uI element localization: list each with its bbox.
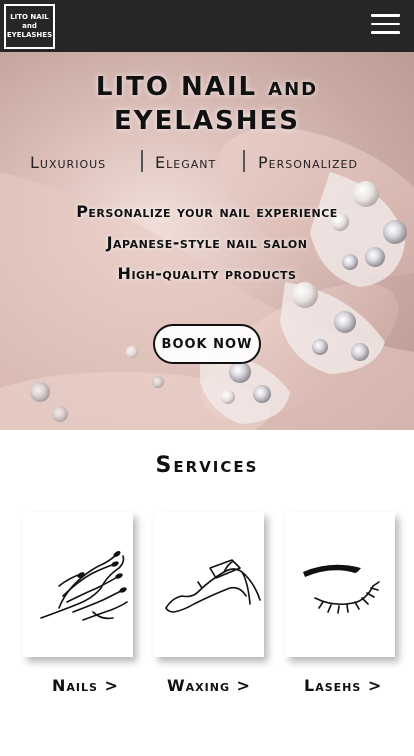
feature-text-japanese-style: Japanese-style nail salon <box>106 233 308 252</box>
manicure-hand-icon <box>40 551 128 621</box>
hero-title-line2: EYELASHES <box>113 106 300 136</box>
hero-title-line1: LITO NAIL and <box>95 72 319 102</box>
hero-content: LITO NAIL and EYELASHES Luxurious Elegan… <box>0 52 414 430</box>
service-link-waxing[interactable]: Waxing > <box>167 676 251 698</box>
tagline-elegant: Elegant <box>155 152 217 172</box>
hero-title: LITO NAIL and EYELASHES <box>0 70 414 138</box>
service-card-lashes[interactable] <box>285 512 395 657</box>
tagline-personalized: Personalized <box>258 152 358 172</box>
service-link-lashes[interactable]: Lasehs > <box>304 676 382 698</box>
feature-text-high-quality: High-quality products <box>117 264 297 283</box>
service-link-nails[interactable]: Nails > <box>52 676 119 698</box>
logo-text-line3: EYELASHES <box>6 31 53 39</box>
service-card-nails[interactable] <box>23 512 133 657</box>
book-now-button[interactable]: BOOK NOW <box>153 324 261 364</box>
tagline-luxurious: Luxurious <box>30 152 107 172</box>
hamburger-menu-icon[interactable] <box>371 14 400 36</box>
leg-waxing-icon <box>165 559 261 613</box>
eyelash-icon <box>303 564 380 614</box>
tagline-divider <box>243 150 245 172</box>
logo-text-line1: LITO NAIL <box>10 13 49 21</box>
service-card-waxing[interactable] <box>154 512 264 657</box>
salon-logo[interactable]: LITO NAIL and EYELASHES <box>4 4 55 49</box>
tagline-divider <box>141 150 143 172</box>
logo-text-line2: and <box>22 22 37 30</box>
services-heading: Services <box>155 453 259 478</box>
feature-text-personalize: Personalize your nail experience <box>76 202 338 221</box>
hero-banner: LITO NAIL and EYELASHES Luxurious Elegan… <box>0 52 414 430</box>
top-navigation-bar: LITO NAIL and EYELASHES <box>0 0 414 52</box>
